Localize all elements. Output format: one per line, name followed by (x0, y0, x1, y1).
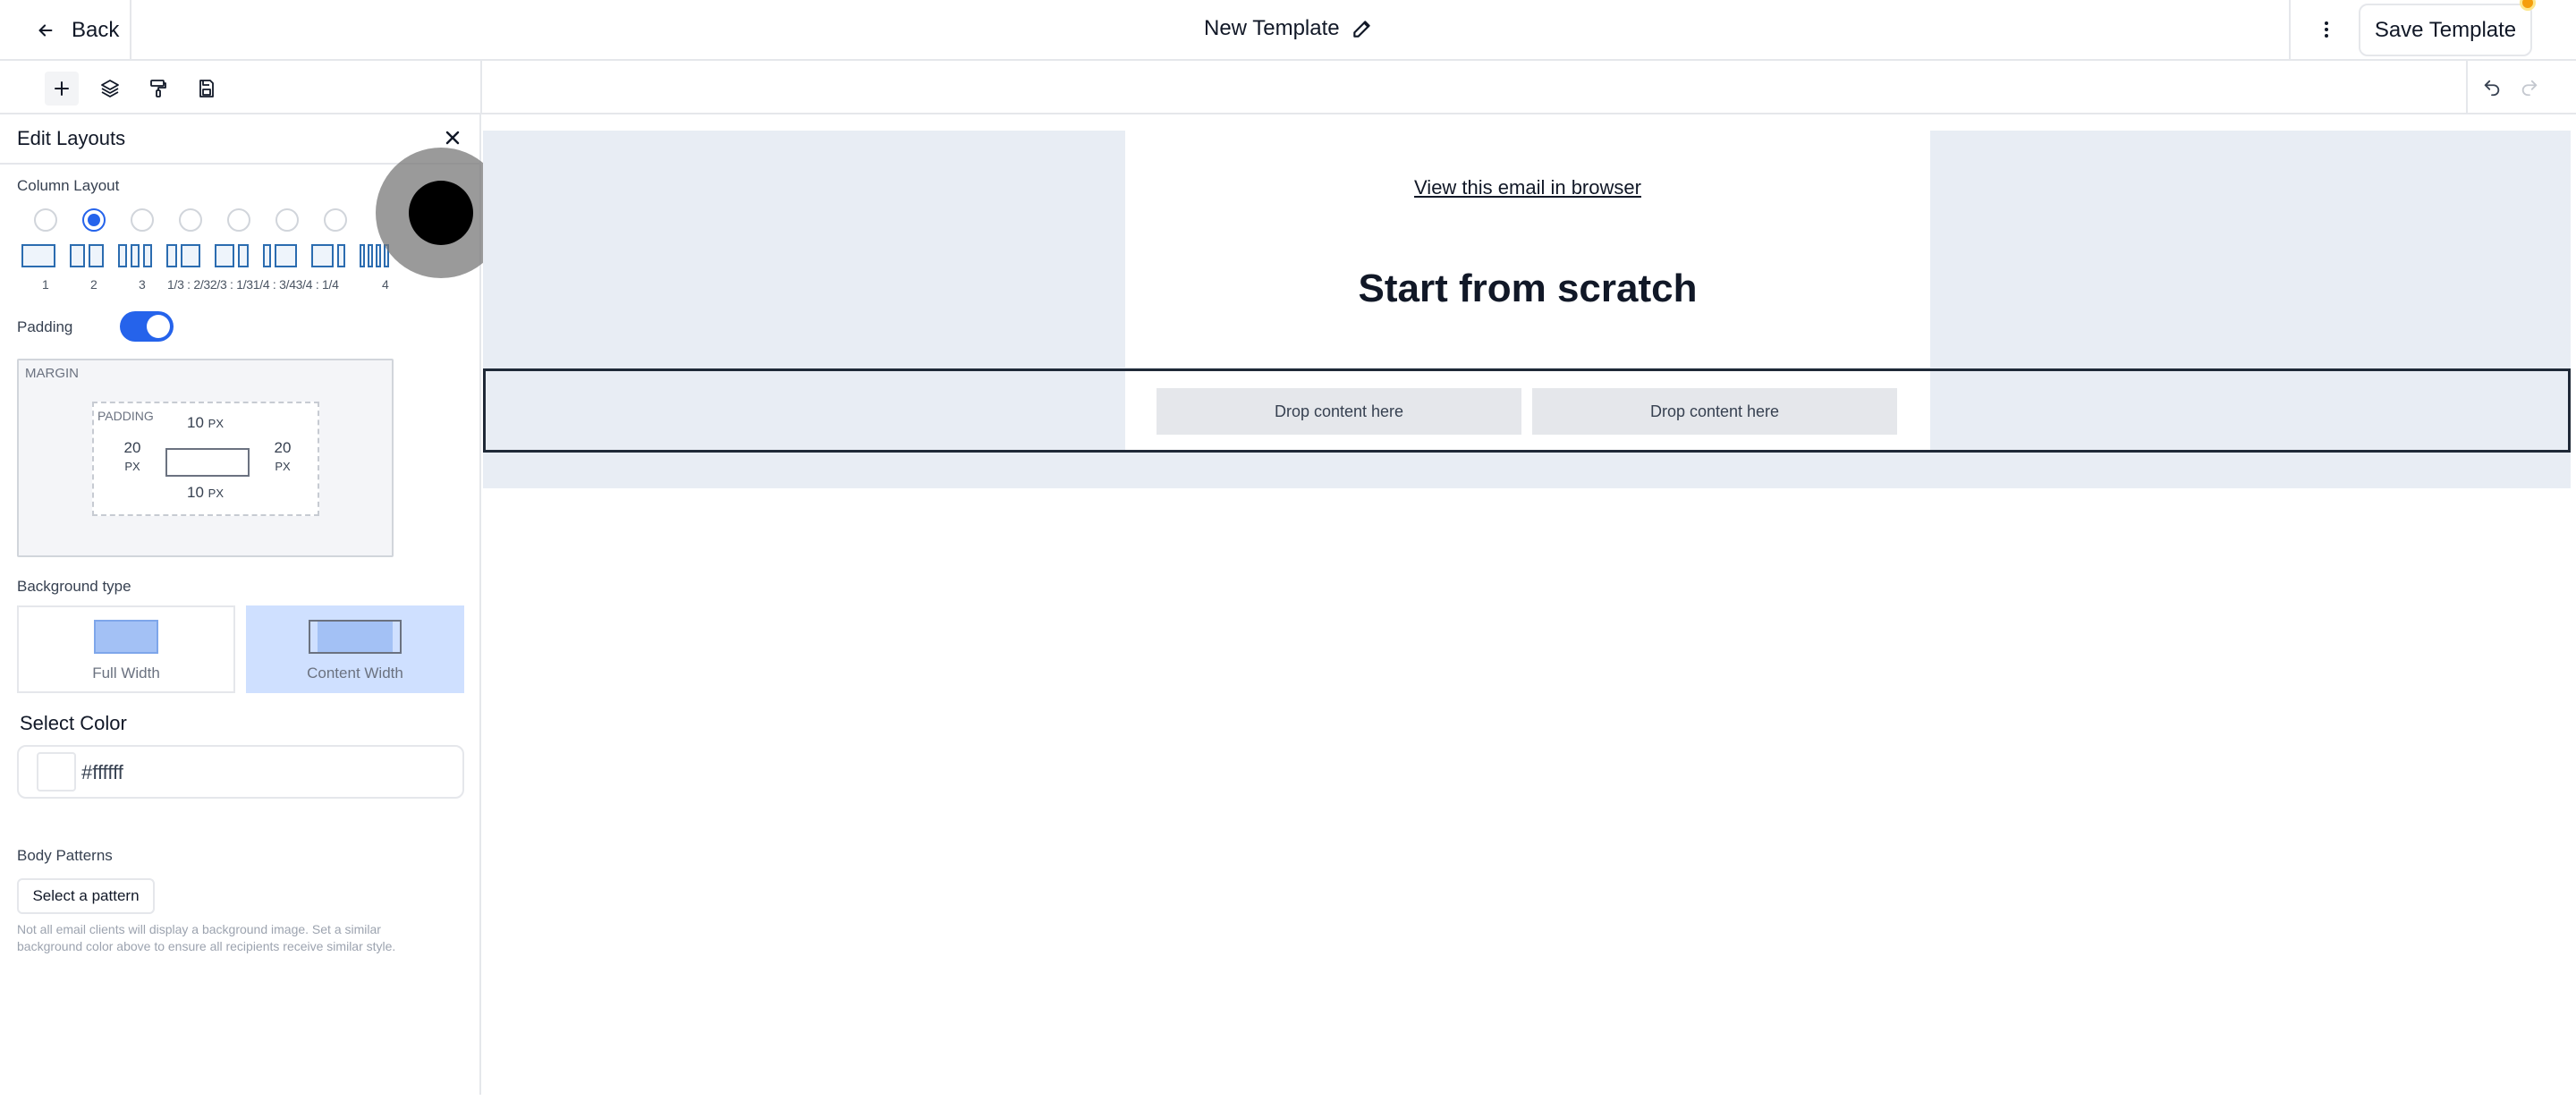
margin-box: MARGIN PADDING 10 PX 20 PX 20 PX 10 PX (17, 359, 394, 557)
back-label: Back (72, 18, 120, 42)
padding-box: PADDING 10 PX 20 PX 20 PX 10 PX (92, 402, 319, 516)
background-type-label: Background type (17, 578, 131, 595)
layout-icon-1-4-3-4[interactable] (263, 244, 297, 267)
redo-icon[interactable] (2517, 75, 2542, 100)
padding-bottom-value[interactable]: 10 PX (187, 484, 224, 503)
padding-left-value[interactable]: 20 PX (119, 439, 146, 476)
more-options-icon[interactable] (2313, 16, 2340, 43)
layout-label-1: 1 (42, 277, 49, 292)
layout-radio-1[interactable] (34, 208, 57, 232)
cursor-dot (409, 181, 473, 245)
drop-zone-left[interactable]: Drop content here (1157, 388, 1521, 435)
template-title[interactable]: New Template (1204, 16, 1374, 41)
column-layout-label: Column Layout (17, 177, 120, 194)
color-value[interactable]: #ffffff (81, 761, 123, 784)
padding-label: Padding (17, 318, 73, 335)
layout-radio-2[interactable] (82, 208, 106, 232)
drop-zone-right[interactable]: Drop content here (1532, 388, 1897, 435)
layout-icon-3[interactable] (118, 244, 152, 267)
padding-box-label: PADDING (97, 409, 154, 423)
layout-icon-4[interactable] (360, 244, 389, 267)
pattern-hint: Not all email clients will display a bac… (17, 922, 396, 953)
arrow-left-icon (38, 24, 53, 37)
view-in-browser-link[interactable]: View this email in browser (1125, 176, 1930, 199)
layout-label-2: 2 (90, 277, 97, 292)
divider (130, 0, 131, 59)
divider (480, 61, 482, 113)
full-width-preview (94, 620, 158, 654)
layout-label-3: 3 (139, 277, 146, 292)
layout-ratio-labels: 1/3 : 2/32/3 : 1/31/4 : 3/43/4 : 1/4 (167, 277, 339, 292)
padding-right-value[interactable]: 20 PX (269, 439, 296, 476)
select-pattern-button[interactable]: Select a pattern (17, 878, 155, 914)
editor-toolbar (0, 61, 2576, 114)
layout-radio-2-3-1-3[interactable] (227, 208, 250, 232)
layout-icon-2[interactable] (70, 244, 104, 267)
paint-roller-icon[interactable] (141, 72, 175, 106)
save-disk-icon[interactable] (190, 72, 224, 106)
content-preview (165, 448, 250, 477)
add-icon[interactable] (45, 72, 79, 106)
full-width-option[interactable]: Full Width (17, 605, 235, 693)
layout-radio-1-4-3-4[interactable] (275, 208, 299, 232)
color-input[interactable]: #ffffff (17, 745, 464, 799)
email-heading[interactable]: Start from scratch (1125, 267, 1930, 311)
layout-icon-1-3-2-3[interactable] (166, 244, 200, 267)
back-button[interactable]: Back (36, 13, 119, 48)
layout-label-4: 4 (382, 277, 389, 292)
padding-toggle[interactable] (120, 311, 174, 342)
body-patterns-label: Body Patterns (17, 847, 113, 864)
content-width-option[interactable]: Content Width (246, 605, 464, 693)
content-width-label: Content Width (307, 665, 403, 681)
divider (2466, 61, 2468, 113)
margin-label: MARGIN (25, 366, 79, 381)
notification-dot (2520, 0, 2536, 11)
layout-icon-1[interactable] (21, 244, 55, 267)
save-template-button[interactable]: Save Template (2359, 4, 2532, 56)
template-title-text: New Template (1204, 16, 1340, 40)
undo-icon[interactable] (2479, 75, 2504, 100)
pencil-icon[interactable] (1351, 17, 1374, 40)
email-header-block[interactable] (1125, 131, 1930, 368)
select-color-label: Select Color (20, 712, 127, 734)
layers-icon[interactable] (93, 72, 127, 106)
padding-top-value[interactable]: 10 PX (187, 414, 224, 433)
layout-icon-3-4-1-4[interactable] (311, 244, 345, 267)
layout-radio-3-4-1-4[interactable] (324, 208, 347, 232)
divider (2289, 0, 2291, 59)
top-bar: Back New Template Save Template (0, 0, 2576, 61)
color-swatch[interactable] (37, 752, 76, 792)
layout-radio-3[interactable] (131, 208, 154, 232)
full-width-label: Full Width (92, 665, 160, 681)
content-width-preview (309, 620, 402, 654)
layout-icon-2-3-1-3[interactable] (215, 244, 249, 267)
panel-title: Edit Layouts (17, 127, 126, 149)
layout-radio-1-3-2-3[interactable] (179, 208, 202, 232)
